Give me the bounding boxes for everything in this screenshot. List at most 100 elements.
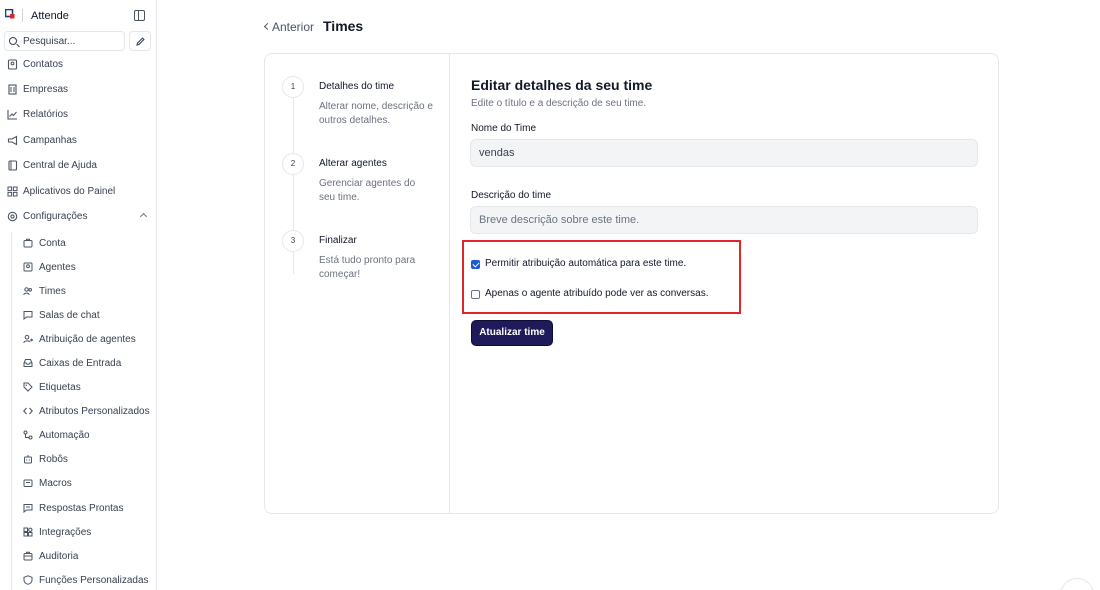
team-description-label: Descrição do time bbox=[471, 190, 552, 201]
step-description: Está tudo pronto para começar! bbox=[319, 255, 416, 280]
settings-item-integracoes[interactable]: Integrações bbox=[12, 522, 156, 542]
chevron-up-icon bbox=[139, 212, 148, 221]
settings-item-agentes[interactable]: Agentes bbox=[12, 257, 156, 277]
settings-item-respostas-prontas[interactable]: Respostas Prontas bbox=[12, 498, 156, 518]
sidebar-item-configuracoes[interactable]: Configurações bbox=[0, 207, 156, 227]
settings-item-automacao[interactable]: Automação bbox=[12, 425, 156, 445]
team-description-placeholder: Breve descrição sobre este time. bbox=[479, 214, 640, 226]
agent-icon bbox=[23, 262, 33, 272]
sidebar-item-contatos[interactable]: Contatos bbox=[0, 55, 156, 75]
step-title: Finalizar bbox=[319, 235, 357, 246]
settings-item-robos[interactable]: Robôs bbox=[12, 449, 156, 469]
settings-item-auditoria[interactable]: Auditoria bbox=[12, 546, 156, 566]
integrations-icon bbox=[23, 527, 33, 537]
chart-icon bbox=[7, 110, 17, 120]
code-icon bbox=[23, 407, 33, 415]
brand-separator bbox=[22, 9, 23, 22]
sidebar-item-aplicativos[interactable]: Aplicativos do Painel bbox=[0, 182, 156, 202]
settings-item-label: Automação bbox=[39, 430, 90, 441]
sidebar-item-relatorios[interactable]: Relatórios bbox=[0, 105, 156, 125]
step-description: Alterar nome, descrição e outros detalhe… bbox=[319, 101, 433, 126]
brand-logo-icon bbox=[5, 9, 15, 19]
auto-assign-checkbox[interactable] bbox=[471, 260, 480, 269]
help-button[interactable] bbox=[1060, 578, 1094, 590]
building-icon bbox=[8, 84, 17, 95]
settings-item-label: Caixas de Entrada bbox=[39, 358, 122, 369]
sidebar-item-label: Campanhas bbox=[23, 135, 77, 146]
sidebar-item-empresas[interactable]: Empresas bbox=[0, 80, 156, 100]
only-assigned-label[interactable]: Apenas o agente atribuído pode ver as co… bbox=[485, 288, 708, 299]
gear-icon bbox=[7, 211, 18, 222]
chevron-left-icon bbox=[263, 22, 272, 31]
account-icon bbox=[23, 238, 33, 248]
shield-icon bbox=[23, 575, 33, 585]
settings-item-label: Integrações bbox=[39, 527, 92, 538]
settings-item-label: Atributos Personalizados bbox=[39, 406, 150, 417]
inbox-icon bbox=[23, 359, 33, 367]
automation-icon bbox=[23, 430, 33, 440]
search-input[interactable]: Pesquisar... bbox=[4, 31, 125, 51]
step-number: 1 bbox=[282, 76, 304, 98]
sidebar-item-label: Central de Ajuda bbox=[23, 160, 97, 171]
step-number: 2 bbox=[282, 153, 304, 175]
settings-item-label: Macros bbox=[39, 478, 72, 489]
step-title: Detalhes do time bbox=[319, 81, 395, 92]
sidebar-item-campanhas[interactable]: Campanhas bbox=[0, 131, 156, 151]
sidebar-item-label: Contatos bbox=[23, 59, 64, 70]
settings-item-label: Salas de chat bbox=[39, 310, 100, 321]
settings-item-atributos[interactable]: Atributos Personalizados bbox=[12, 401, 156, 421]
team-name-label: Nome do Time bbox=[471, 123, 537, 134]
auto-assign-label[interactable]: Permitir atribuição automática para este… bbox=[485, 258, 686, 269]
step-number: 3 bbox=[282, 230, 304, 252]
book-icon bbox=[8, 160, 18, 171]
contacts-icon bbox=[7, 59, 18, 70]
settings-item-funcoes[interactable]: Funções Personalizadas bbox=[12, 570, 156, 590]
canned-icon bbox=[23, 504, 33, 513]
page-title: Times bbox=[323, 18, 364, 34]
settings-item-label: Atribuição de agentes bbox=[39, 334, 136, 345]
sidebar-item-label: Relatórios bbox=[23, 109, 69, 120]
settings-item-label: Times bbox=[39, 286, 66, 297]
settings-item-label: Agentes bbox=[39, 262, 76, 273]
settings-item-conta[interactable]: Conta bbox=[12, 233, 156, 253]
sidebar-toggle-icon[interactable] bbox=[134, 10, 145, 21]
sidebar-item-label: Configurações bbox=[23, 211, 88, 222]
sidebar-item-label: Aplicativos do Painel bbox=[23, 186, 116, 197]
audit-icon bbox=[23, 551, 33, 561]
sidebar-item-label: Empresas bbox=[23, 84, 69, 95]
highlight-box bbox=[462, 240, 741, 314]
back-label: Anterior bbox=[272, 20, 315, 34]
form-subtitle: Edite o título e a descrição de seu time… bbox=[471, 98, 647, 109]
settings-item-etiquetas[interactable]: Etiquetas bbox=[12, 377, 156, 397]
settings-item-label: Auditoria bbox=[39, 551, 79, 562]
settings-item-label: Conta bbox=[39, 238, 66, 249]
search-icon bbox=[9, 37, 17, 45]
tag-icon bbox=[23, 382, 33, 392]
team-name-value: vendas bbox=[479, 147, 515, 159]
brand-header: Attende bbox=[0, 0, 157, 32]
chat-icon bbox=[23, 311, 33, 320]
apps-icon bbox=[7, 186, 18, 197]
settings-item-salas-de-chat[interactable]: Salas de chat bbox=[12, 305, 156, 325]
sidebar: Attende Pesquisar... Contatos Empresas R… bbox=[0, 0, 157, 590]
settings-item-label: Respostas Prontas bbox=[39, 503, 124, 514]
settings-item-macros[interactable]: Macros bbox=[12, 473, 156, 493]
wizard-steps: 1 Detalhes do time Alterar nome, descriç… bbox=[265, 54, 450, 513]
assign-icon bbox=[23, 334, 33, 344]
pencil-icon bbox=[136, 37, 145, 46]
megaphone-icon bbox=[7, 135, 18, 146]
settings-item-times[interactable]: Times bbox=[12, 281, 156, 301]
team-description-input[interactable]: Breve descrição sobre este time. bbox=[470, 206, 978, 234]
team-name-input[interactable]: vendas bbox=[470, 139, 978, 167]
form-title: Editar detalhes da seu time bbox=[471, 77, 653, 93]
settings-item-label: Funções Personalizadas bbox=[39, 575, 149, 586]
settings-item-caixas-de-entrada[interactable]: Caixas de Entrada bbox=[12, 353, 156, 373]
settings-item-atribuicao[interactable]: Atribuição de agentes bbox=[12, 329, 156, 349]
sidebar-item-central-de-ajuda[interactable]: Central de Ajuda bbox=[0, 156, 156, 176]
only-assigned-checkbox[interactable] bbox=[471, 290, 480, 299]
update-team-button[interactable]: Atualizar time bbox=[471, 320, 553, 346]
bot-icon bbox=[24, 455, 32, 464]
search-placeholder: Pesquisar... bbox=[23, 36, 76, 47]
settings-item-label: Robôs bbox=[39, 454, 68, 465]
compose-button[interactable] bbox=[129, 31, 151, 51]
